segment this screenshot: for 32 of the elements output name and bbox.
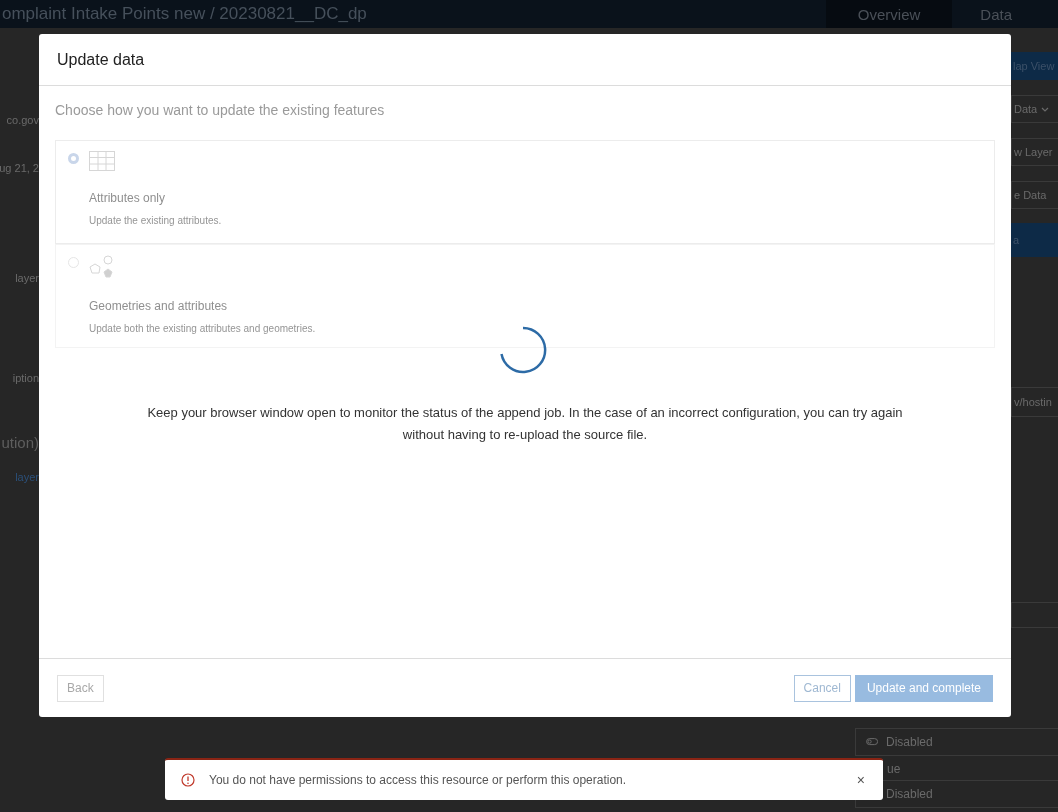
- nav-tab[interactable]: Data: [952, 0, 1040, 28]
- nav-tab[interactable]: Overview: [825, 0, 953, 28]
- page-text: ug 21, 2: [0, 162, 39, 174]
- table-icon: [89, 151, 115, 171]
- option-card[interactable]: Attributes only Update the existing attributes.: [55, 140, 995, 244]
- close-button[interactable]: ×: [852, 772, 869, 788]
- page-text: co.gov: [6, 114, 39, 126]
- option-card[interactable]: Geometries and attributes Update both the existing attributes and geometries.: [55, 244, 995, 348]
- shapes-icon: [89, 255, 115, 279]
- toggle-icon: [866, 738, 878, 746]
- dialog-title: Update data: [57, 50, 145, 69]
- action-button[interactable]: w Layer: [1011, 138, 1058, 166]
- option-description: Update both the existing attributes and geometries.: [89, 323, 316, 334]
- option-title: Attributes only: [89, 191, 167, 205]
- error-icon: [181, 773, 195, 787]
- field-label: ue: [886, 761, 902, 778]
- layer-link[interactable]: layer: [15, 471, 39, 483]
- action-button[interactable]: e Data: [1011, 181, 1058, 209]
- page-text: iption: [12, 372, 39, 384]
- option-title: Geometries and attributes: [89, 299, 229, 313]
- dropdown-button[interactable]: Data: [1011, 95, 1058, 123]
- toast-message: You do not have permissions to access this resource or perform this operation.: [209, 773, 628, 787]
- status-message: Keep your browser window open to monitor the status of the append job. In the case of an incorrect configuration, you can try again without having to re-upload the source file.: [146, 404, 904, 444]
- page-text: layer: [15, 272, 39, 284]
- section-heading: ution): [1, 434, 39, 451]
- status-label: Disabled: [886, 787, 933, 801]
- prompt-text: Choose how you want to update the existing features: [55, 102, 386, 118]
- status-label: Disabled: [886, 735, 933, 749]
- radio-button[interactable]: [68, 153, 79, 164]
- option-description: Update the existing attributes.: [89, 215, 222, 226]
- chevron-icon: [1041, 106, 1050, 112]
- item-title: omplaint Intake Points new / 20230821__DC_dp: [1, 4, 367, 24]
